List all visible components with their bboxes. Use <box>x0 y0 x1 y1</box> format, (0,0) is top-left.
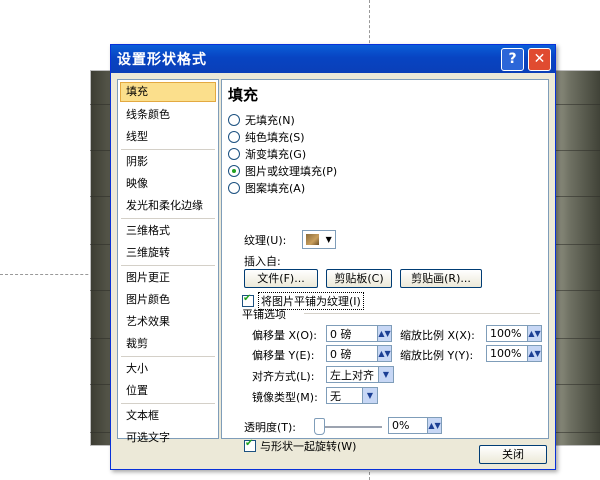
spin-arrows-icon[interactable]: ▲▼ <box>527 326 541 341</box>
radio-label: 无填充(N) <box>245 114 295 127</box>
radio-label: 渐变填充(G) <box>245 148 307 161</box>
transparency-value[interactable]: 0% <box>389 419 427 432</box>
sidebar-divider <box>121 403 215 404</box>
scale-y-value[interactable]: 100% <box>487 347 527 360</box>
offset-y-value[interactable]: 0 磅 <box>327 346 377 362</box>
radio-label: 图片或纹理填充(P) <box>245 165 338 178</box>
mirror-type-value: 无 <box>330 389 341 403</box>
sidebar-item-reflection[interactable]: 映像 <box>118 173 218 195</box>
transparency-slider-track[interactable] <box>318 426 382 429</box>
format-shape-dialog: 设置形状格式 ? ✕ 填充 线条颜色 线型 阴影 映像 发光和柔化边缘 三维格式… <box>110 44 556 470</box>
radio-label: 图案填充(A) <box>245 182 306 195</box>
scale-x-value[interactable]: 100% <box>487 327 527 340</box>
scale-x-spinner[interactable]: 100% ▲▼ <box>486 325 542 342</box>
clipart-button[interactable]: 剪贴画(R)... <box>400 269 482 288</box>
radio-button[interactable] <box>228 114 240 126</box>
transparency-slider-thumb[interactable] <box>314 418 325 435</box>
sidebar-item-line-style[interactable]: 线型 <box>118 126 218 148</box>
offset-y-label: 偏移量 Y(E): <box>252 349 315 362</box>
offset-x-value[interactable]: 0 磅 <box>327 326 377 342</box>
radio-button[interactable] <box>228 131 240 143</box>
radio-button[interactable] <box>228 148 240 160</box>
radio-solid-fill[interactable]: 纯色填充(S) <box>228 129 305 145</box>
chevron-down-icon: ▼ <box>325 235 332 244</box>
spin-arrows-icon[interactable]: ▲▼ <box>427 418 441 433</box>
offset-x-label: 偏移量 X(O): <box>252 329 317 342</box>
sidebar-divider <box>121 356 215 357</box>
radio-picture-texture-fill[interactable]: 图片或纹理填充(P) <box>228 163 337 179</box>
chevron-down-icon[interactable]: ▼ <box>378 367 393 382</box>
mirror-type-dropdown[interactable]: 无 ▼ <box>326 387 378 404</box>
radio-label: 纯色填充(S) <box>245 131 305 144</box>
sidebar-item-line-color[interactable]: 线条颜色 <box>118 104 218 126</box>
spin-arrows-icon[interactable]: ▲▼ <box>377 326 391 341</box>
checkbox[interactable] <box>244 438 256 452</box>
fill-panel: 填充 无填充(N) 纯色填充(S) 渐变填充(G) 图片或纹理填充(P) 图案填… <box>221 79 549 453</box>
sidebar-item-3d-rotation[interactable]: 三维旋转 <box>118 242 218 264</box>
section-divider <box>304 313 540 314</box>
sidebar-divider <box>121 149 215 150</box>
radio-no-fill[interactable]: 无填充(N) <box>228 112 295 128</box>
insert-from-label: 插入自: <box>244 255 281 268</box>
sidebar-item-position[interactable]: 位置 <box>118 380 218 402</box>
alignment-label: 对齐方式(L): <box>252 370 315 383</box>
sidebar-divider <box>121 265 215 266</box>
sidebar-item-picture-color[interactable]: 图片颜色 <box>118 289 218 311</box>
help-icon[interactable]: ? <box>501 47 524 71</box>
sidebar-item-alt-text[interactable]: 可选文字 <box>118 427 218 449</box>
rotate-with-shape-checkbox[interactable]: 与形状一起旋转(W) <box>244 438 356 454</box>
texture-picker[interactable]: ▼ <box>302 230 336 249</box>
radio-button[interactable] <box>228 182 240 194</box>
spin-arrows-icon[interactable]: ▲▼ <box>527 346 541 361</box>
scale-y-spinner[interactable]: 100% ▲▼ <box>486 345 542 362</box>
sidebar-item-3d-format[interactable]: 三维格式 <box>118 220 218 242</box>
clipboard-button[interactable]: 剪贴板(C) <box>326 269 392 288</box>
panel-title: 填充 <box>228 86 259 104</box>
close-button[interactable]: 关闭 <box>479 445 547 464</box>
file-button[interactable]: 文件(F)... <box>244 269 318 288</box>
alignment-dropdown[interactable]: 左上对齐 ▼ <box>326 366 394 383</box>
sidebar-item-fill[interactable]: 填充 <box>120 82 216 102</box>
category-sidebar: 填充 线条颜色 线型 阴影 映像 发光和柔化边缘 三维格式 三维旋转 图片更正 … <box>117 79 219 444</box>
close-icon[interactable]: ✕ <box>528 47 551 71</box>
transparency-label: 透明度(T): <box>244 421 297 434</box>
dialog-title: 设置形状格式 <box>117 52 207 68</box>
radio-pattern-fill[interactable]: 图案填充(A) <box>228 180 305 196</box>
offset-x-spinner[interactable]: 0 磅 ▲▼ <box>326 325 392 342</box>
sidebar-item-crop[interactable]: 裁剪 <box>118 333 218 355</box>
dialog-titlebar[interactable]: 设置形状格式 ? ✕ <box>111 45 555 73</box>
radio-gradient-fill[interactable]: 渐变填充(G) <box>228 146 306 162</box>
sidebar-item-size[interactable]: 大小 <box>118 358 218 380</box>
radio-button[interactable] <box>228 165 240 177</box>
sidebar-item-picture-corrections[interactable]: 图片更正 <box>118 267 218 289</box>
spin-arrows-icon[interactable]: ▲▼ <box>377 346 391 361</box>
texture-swatch-icon <box>306 234 320 245</box>
mirror-type-label: 镜像类型(M): <box>252 391 318 404</box>
chevron-down-icon[interactable]: ▼ <box>362 388 377 403</box>
transparency-spinner[interactable]: 0% ▲▼ <box>388 417 442 434</box>
scale-x-label: 缩放比例 X(X): <box>400 329 475 342</box>
sidebar-item-glow-soft-edges[interactable]: 发光和柔化边缘 <box>118 195 218 217</box>
sidebar-divider <box>121 218 215 219</box>
sidebar-item-artistic-effects[interactable]: 艺术效果 <box>118 311 218 333</box>
scale-y-label: 缩放比例 Y(Y): <box>400 349 474 362</box>
texture-label: 纹理(U): <box>244 234 287 247</box>
sidebar-item-text-box[interactable]: 文本框 <box>118 405 218 427</box>
sidebar-item-shadow[interactable]: 阴影 <box>118 151 218 173</box>
offset-y-spinner[interactable]: 0 磅 ▲▼ <box>326 345 392 362</box>
tiling-options-heading: 平铺选项 <box>242 308 286 321</box>
alignment-value: 左上对齐 <box>330 368 374 382</box>
checkbox-label: 与形状一起旋转(W) <box>260 440 357 453</box>
